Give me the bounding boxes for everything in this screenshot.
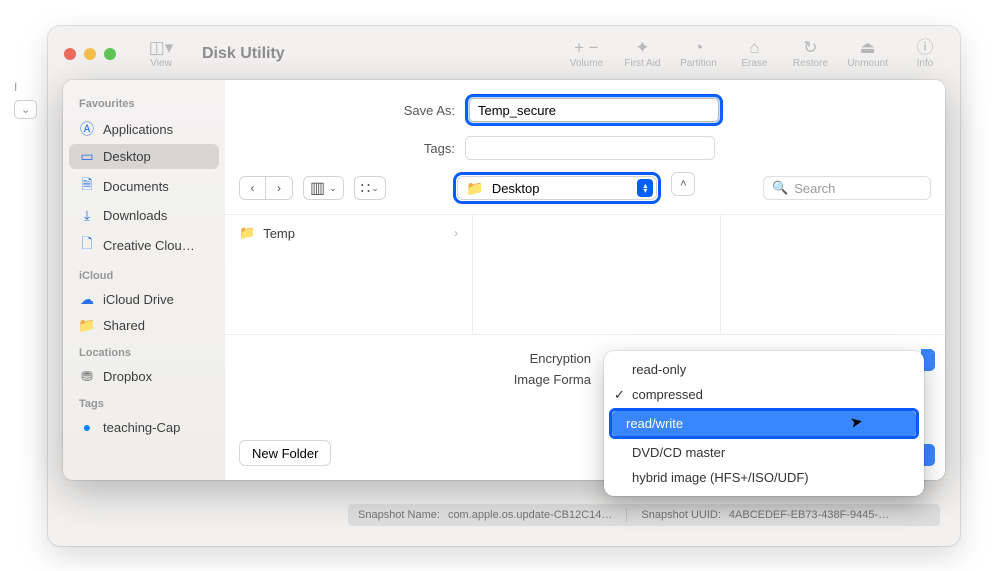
location-popup-button[interactable]: 📁 Desktop ▴▾ bbox=[457, 176, 657, 200]
sidebar-item-icloud-drive[interactable]: ☁iCloud Drive bbox=[69, 287, 219, 312]
cloud-icon: ☁ bbox=[79, 291, 95, 308]
locations-heading: Locations bbox=[63, 339, 225, 363]
search-icon: 🔍 bbox=[772, 180, 788, 196]
browser-column-1[interactable]: 📁 Temp › bbox=[225, 215, 473, 334]
sidebar-icon: ◫▾ bbox=[149, 39, 174, 56]
zoom-window-icon[interactable] bbox=[104, 48, 116, 60]
first-aid-toolbar-button: ✦First Aid bbox=[623, 39, 661, 69]
favourites-heading: Favourites bbox=[63, 90, 225, 114]
restore-icon: ↻ bbox=[803, 39, 817, 56]
snapshot-name-label: Snapshot Name: bbox=[358, 509, 440, 521]
info-icon: ⓘ bbox=[917, 39, 934, 56]
back-forward-buttons[interactable]: ‹ › bbox=[239, 176, 293, 200]
folder-icon: 📁 bbox=[466, 180, 483, 197]
applications-icon: Ⓐ bbox=[79, 119, 95, 139]
plus-minus-icon: + − bbox=[574, 39, 599, 56]
erase-toolbar-button: ⌂Erase bbox=[735, 39, 773, 69]
image-format-label: Image Forma bbox=[225, 372, 597, 387]
sidebar-item-tag-teaching[interactable]: ●teaching-Cap bbox=[69, 415, 219, 439]
downloads-icon: ⤓ bbox=[79, 207, 95, 224]
forward-button[interactable]: › bbox=[266, 177, 292, 199]
desktop-icon: ▭ bbox=[79, 148, 95, 165]
close-window-icon[interactable] bbox=[64, 48, 76, 60]
columns-icon: ▥ bbox=[310, 178, 325, 198]
volume-toolbar-button: + −Volume bbox=[567, 39, 605, 69]
search-field[interactable]: 🔍 Search bbox=[763, 176, 931, 200]
unmount-toolbar-button: ⏏Unmount bbox=[847, 39, 888, 69]
view-label: View bbox=[150, 58, 172, 69]
sidebar-item-downloads[interactable]: ⤓Downloads bbox=[69, 203, 219, 228]
snapshot-uuid-label: Snapshot UUID: bbox=[641, 509, 720, 521]
menu-item-read-only[interactable]: read-only bbox=[604, 357, 924, 382]
save-as-label: Save As: bbox=[225, 103, 465, 118]
chevron-button: ⌄ bbox=[14, 100, 37, 119]
sidebar-item-dropbox[interactable]: ⛃Dropbox bbox=[69, 364, 219, 389]
navigation-row: ‹ › ▥⌄ ∷⌄ 📁 Desktop ▴▾ ˄ 🔍 Searc bbox=[225, 160, 945, 215]
snapshot-uuid-value: 4ABCEDEF-EB73-438F-9445-… bbox=[729, 509, 889, 521]
browser-item-temp[interactable]: 📁 Temp › bbox=[231, 221, 466, 245]
tags-label: Tags: bbox=[225, 141, 465, 156]
menu-item-compressed[interactable]: ✓compressed bbox=[604, 382, 924, 407]
image-format-menu[interactable]: read-only ✓compressed read/write DVD/CD … bbox=[604, 351, 924, 496]
save-as-input[interactable] bbox=[469, 98, 719, 122]
dropbox-icon: ⛃ bbox=[79, 368, 95, 385]
sidebar-item-creative-cloud[interactable]: 🗋Creative Clou… bbox=[69, 229, 219, 261]
background-sidebar-sliver: I ⌄ bbox=[0, 80, 48, 130]
shared-folder-icon: 📁 bbox=[79, 317, 95, 334]
eject-icon: ⏏ bbox=[860, 39, 876, 56]
menu-item-read-write[interactable]: read/write bbox=[612, 411, 916, 436]
menu-item-highlight: read/write bbox=[609, 408, 919, 439]
menu-item-dvd-cd-master[interactable]: DVD/CD master bbox=[604, 440, 924, 465]
info-toolbar-button: ⓘInfo bbox=[906, 39, 944, 69]
search-placeholder: Search bbox=[794, 181, 835, 196]
menu-item-hybrid-image[interactable]: hybrid image (HFS+/ISO/UDF) bbox=[604, 465, 924, 490]
view-mode-button[interactable]: ▥⌄ bbox=[303, 176, 344, 200]
updown-icon: ▴▾ bbox=[637, 179, 653, 197]
restore-toolbar-button: ↻Restore bbox=[791, 39, 829, 69]
collapse-button[interactable]: ˄ bbox=[671, 172, 695, 196]
chevron-right-icon: › bbox=[454, 226, 458, 240]
erase-icon: ⌂ bbox=[749, 39, 759, 56]
encryption-label: Encryption bbox=[225, 351, 597, 366]
snapshot-name-value: com.apple.os.update-CB12C14… bbox=[448, 509, 612, 521]
location-label: Desktop bbox=[492, 181, 540, 196]
tag-dot-icon: ● bbox=[79, 419, 95, 435]
icloud-heading: iCloud bbox=[63, 262, 225, 286]
folder-icon: 📁 bbox=[239, 225, 255, 241]
traffic-lights[interactable] bbox=[64, 48, 116, 60]
sidebar-item-documents[interactable]: 🗎Documents bbox=[69, 170, 219, 202]
location-highlight: 📁 Desktop ▴▾ bbox=[453, 172, 661, 204]
tags-input[interactable] bbox=[465, 136, 715, 160]
sidebar-item-shared[interactable]: 📁Shared bbox=[69, 313, 219, 338]
new-folder-button[interactable]: New Folder bbox=[239, 440, 331, 466]
save-as-highlight bbox=[465, 94, 723, 126]
creative-cloud-icon: 🗋 bbox=[79, 233, 95, 257]
finder-sidebar: Favourites ⒶApplications ▭Desktop 🗎Docum… bbox=[63, 80, 225, 480]
partition-toolbar-button: ◔Partition bbox=[679, 39, 717, 69]
toolbar: ◫▾ View Disk Utility + −Volume ✦First Ai… bbox=[48, 26, 960, 82]
column-browser[interactable]: 📁 Temp › bbox=[225, 215, 945, 335]
documents-icon: 🗎 bbox=[79, 174, 95, 198]
browser-item-label: Temp bbox=[263, 226, 295, 241]
snapshot-info-bar: Snapshot Name: com.apple.os.update-CB12C… bbox=[348, 504, 940, 526]
pie-icon: ◔ bbox=[693, 39, 703, 56]
back-button[interactable]: ‹ bbox=[240, 177, 266, 199]
stethoscope-icon: ✦ bbox=[635, 39, 649, 56]
window-title: Disk Utility bbox=[202, 45, 285, 63]
group-by-button[interactable]: ∷⌄ bbox=[354, 176, 386, 200]
sidebar-item-desktop[interactable]: ▭Desktop bbox=[69, 144, 219, 169]
view-toolbar-button[interactable]: ◫▾ View bbox=[142, 39, 180, 69]
sidebar-item-applications[interactable]: ⒶApplications bbox=[69, 115, 219, 143]
minimize-window-icon[interactable] bbox=[84, 48, 96, 60]
browser-column-2[interactable] bbox=[473, 215, 721, 334]
tags-heading: Tags bbox=[63, 390, 225, 414]
check-icon: ✓ bbox=[614, 387, 625, 403]
